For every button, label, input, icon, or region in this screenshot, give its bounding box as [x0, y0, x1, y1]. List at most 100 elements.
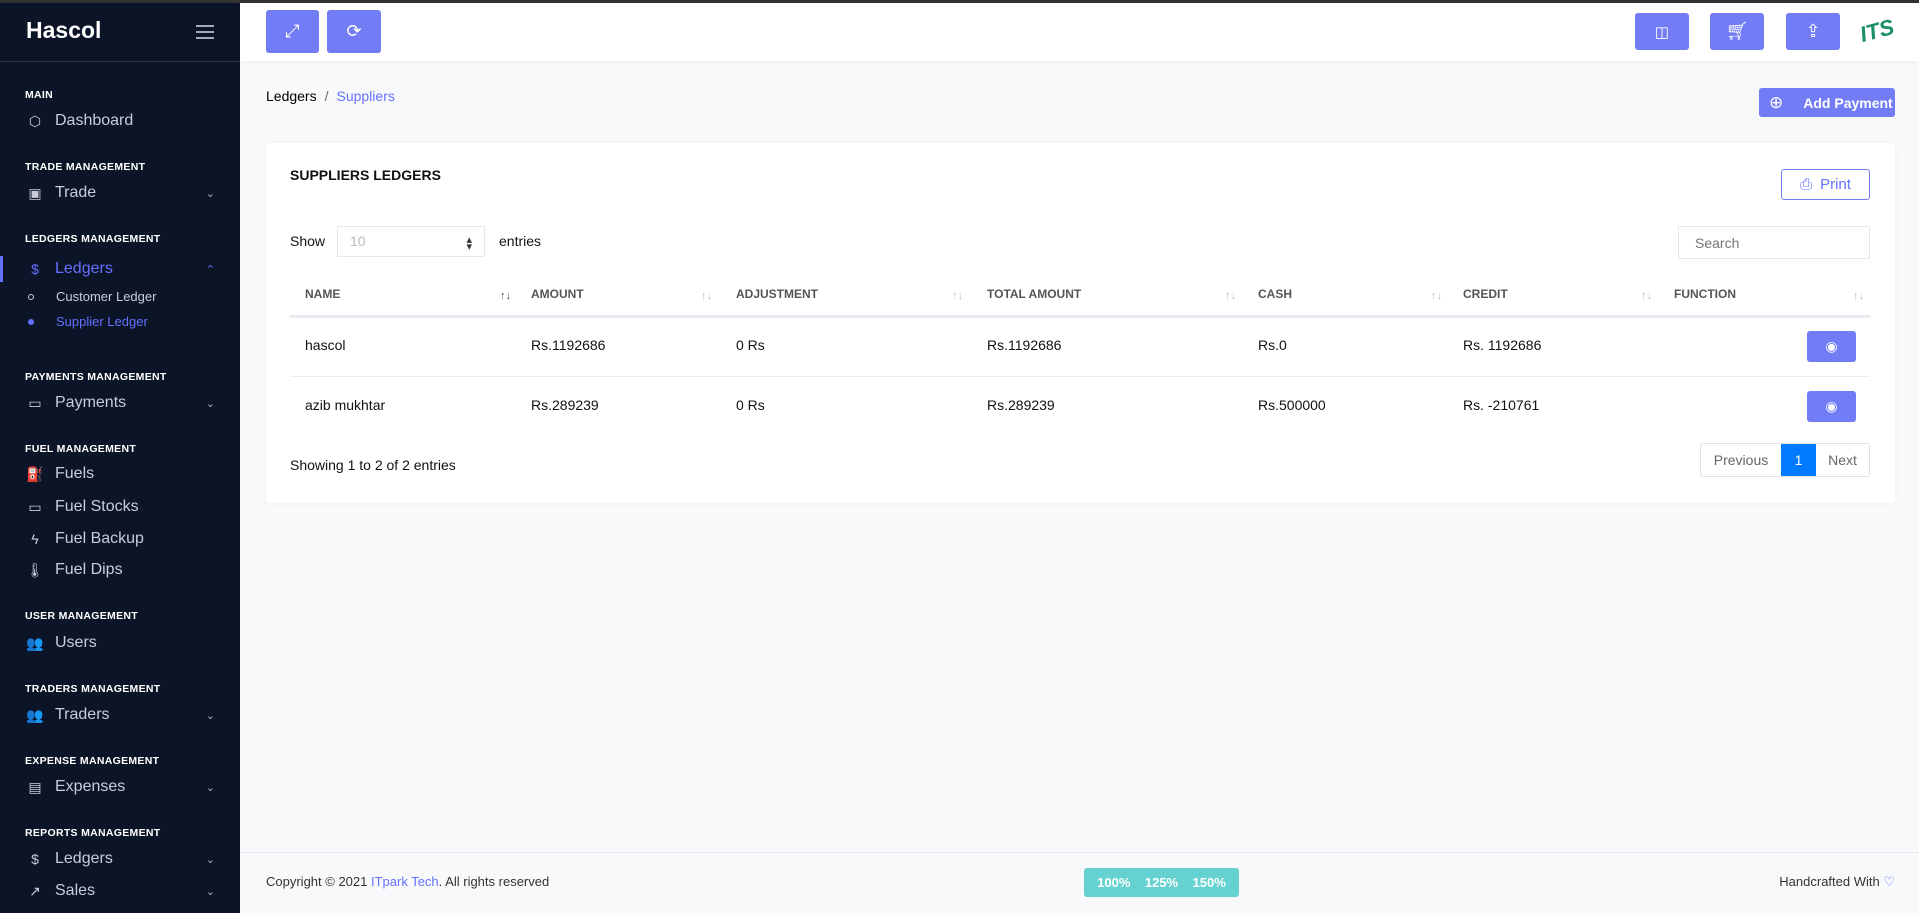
- next-button[interactable]: Next: [1816, 444, 1869, 476]
- previous-button[interactable]: Previous: [1701, 444, 1781, 476]
- divider: [0, 61, 240, 62]
- print-button[interactable]: ⎙ Print: [1781, 169, 1870, 200]
- zoom-125[interactable]: 125%: [1145, 875, 1178, 890]
- sidebar-item-payments[interactable]: ▭ Payments ⌄: [25, 392, 215, 414]
- cell-cash: Rs.500000: [1258, 397, 1326, 413]
- fullscreen-button[interactable]: ⤢: [266, 10, 319, 53]
- handcrafted: Handcrafted With ♡: [1779, 874, 1895, 890]
- cell-credit: Rs. -210761: [1463, 397, 1540, 413]
- section-reports: REPORTS MANAGEMENT: [25, 827, 161, 839]
- caret-down-icon: ▾: [466, 241, 472, 253]
- users-icon: 👥: [26, 634, 44, 651]
- chevron-down-icon: ⌄: [205, 709, 215, 722]
- view-button[interactable]: ◉: [1807, 331, 1856, 362]
- share-button[interactable]: ⇪: [1786, 13, 1840, 50]
- sidebar-item-label: Ledgers: [55, 850, 113, 867]
- section-users: USER MANAGEMENT: [25, 610, 139, 622]
- sort-desc-icon[interactable]: ↑↓: [500, 290, 511, 302]
- row-divider: [290, 376, 1870, 377]
- zoom-150[interactable]: 150%: [1193, 875, 1226, 890]
- plus-circle-icon: ⊕: [1769, 92, 1784, 112]
- copyright-prefix: Copyright © 2021: [266, 874, 371, 889]
- sort-icon[interactable]: ↑↓: [952, 290, 963, 302]
- cell-adjustment: 0 Rs: [736, 337, 765, 353]
- board-button[interactable]: ◫: [1635, 13, 1689, 50]
- sidebar-item-trade[interactable]: ▣ Trade ⌄: [25, 182, 215, 204]
- section-trade: TRADE MANAGEMENT: [25, 161, 146, 173]
- breadcrumb-ledgers[interactable]: Ledgers: [266, 88, 317, 104]
- sidebar-item-expenses[interactable]: ▤ Expenses ⌄: [25, 776, 215, 798]
- header-divider: [290, 315, 1870, 318]
- show-label: Show: [290, 233, 326, 249]
- upload-icon: ⇪: [1805, 21, 1821, 41]
- sidebar-item-label: Fuels: [55, 465, 95, 482]
- sidebar-item-label: Sales: [55, 882, 96, 899]
- chevron-down-icon: ⌄: [205, 397, 215, 410]
- shopping-bag-icon: ▣: [28, 184, 42, 201]
- cart-button[interactable]: 🛒︎: [1710, 13, 1764, 50]
- sidebar: Hascol MAIN ⬡ Dashboard TRADE MANAGEMENT …: [0, 3, 240, 913]
- entries-select[interactable]: 10 ▴ ▾: [337, 226, 485, 257]
- sidebar-item-traders[interactable]: 👥 Traders ⌄: [25, 704, 215, 726]
- receipt-icon: ▤: [28, 778, 42, 795]
- column-header-amount[interactable]: AMOUNT: [531, 287, 584, 301]
- cell-total-amount: Rs.1192686: [987, 337, 1062, 353]
- column-header-adjustment[interactable]: ADJUSTMENT: [736, 287, 818, 301]
- box-icon: ⬡: [28, 112, 42, 129]
- column-header-name[interactable]: NAME: [305, 287, 340, 301]
- copyright-suffix: . All rights reserved: [438, 874, 550, 889]
- column-header-cash[interactable]: CASH: [1258, 287, 1292, 301]
- page-1-button[interactable]: 1: [1781, 444, 1816, 476]
- add-payment-button[interactable]: ⊕ Add Payment: [1759, 88, 1895, 117]
- zoom-100[interactable]: 100%: [1097, 875, 1130, 890]
- chevron-down-icon: ⌄: [205, 187, 215, 200]
- sort-icon[interactable]: ↑↓: [701, 290, 712, 302]
- column-header-function[interactable]: FUNCTION: [1674, 287, 1736, 301]
- sidebar-item-fuel-dips[interactable]: 🌡 Fuel Dips: [25, 559, 215, 581]
- view-button[interactable]: ◉: [1807, 391, 1856, 422]
- sidebar-item-ledgers[interactable]: $ Ledgers ⌃: [25, 258, 215, 280]
- sort-icon[interactable]: ↑↓: [1225, 290, 1236, 302]
- column-header-credit[interactable]: CREDIT: [1463, 287, 1508, 301]
- zoom-selector: 100% 125% 150%: [1084, 868, 1239, 897]
- sidebar-item-label: Fuel Dips: [55, 561, 123, 578]
- sidebar-item-fuels[interactable]: ⛽ Fuels: [25, 463, 215, 485]
- printer-icon: ⎙: [1800, 176, 1813, 193]
- sidebar-item-sales[interactable]: ↗ Sales ⌄: [25, 880, 215, 902]
- sidebar-item-fuel-backup[interactable]: ϟ Fuel Backup: [25, 528, 215, 550]
- add-payment-label: Add Payment: [1803, 94, 1893, 111]
- sidebar-item-label: Trade: [55, 184, 97, 201]
- sidebar-item-label: Fuel Stocks: [55, 498, 139, 515]
- sidebar-subitem-customer-ledger[interactable]: Customer Ledger: [28, 289, 156, 304]
- sort-icon[interactable]: ↑↓: [1853, 290, 1864, 302]
- shopping-cart-icon: 🛒︎: [1725, 21, 1749, 41]
- search-input[interactable]: [1678, 226, 1870, 259]
- section-traders: TRADERS MANAGEMENT: [25, 683, 161, 695]
- trending-up-icon: ↗: [29, 882, 41, 899]
- column-header-total-amount[interactable]: TOTAL AMOUNT: [987, 287, 1081, 301]
- company-link[interactable]: ITpark Tech: [371, 874, 439, 889]
- sort-icon[interactable]: ↑↓: [1431, 290, 1442, 302]
- sidebar-subitem-supplier-ledger[interactable]: Supplier Ledger: [28, 314, 148, 329]
- section-ledgers: LEDGERS MANAGEMENT: [25, 233, 161, 245]
- cell-amount: Rs.289239: [531, 397, 599, 413]
- sidebar-item-label: Dashboard: [55, 112, 134, 129]
- app-logo[interactable]: Hascol: [26, 17, 101, 44]
- sidebar-item-users[interactable]: 👥 Users: [25, 632, 215, 654]
- sidebar-item-label: Ledgers: [55, 260, 113, 277]
- breadcrumb-suppliers: Suppliers: [336, 88, 395, 104]
- sort-icon[interactable]: ↑↓: [1641, 290, 1652, 302]
- subitem-label: Supplier Ledger: [56, 314, 148, 329]
- sidebar-item-report-ledgers[interactable]: $ Ledgers ⌄: [25, 848, 215, 870]
- subitem-label: Customer Ledger: [56, 289, 157, 304]
- battery-icon: ▭: [28, 498, 42, 515]
- refresh-button[interactable]: ⟳: [327, 10, 381, 53]
- menu-toggle-icon[interactable]: [196, 25, 214, 39]
- chevron-down-icon: ⌄: [205, 885, 215, 898]
- circle-icon: [28, 318, 34, 325]
- cell-total-amount: Rs.289239: [987, 397, 1055, 413]
- sidebar-item-fuel-stocks[interactable]: ▭ Fuel Stocks: [25, 496, 215, 518]
- sidebar-item-dashboard[interactable]: ⬡ Dashboard: [25, 110, 215, 132]
- chevron-down-icon: ⌄: [205, 853, 215, 866]
- cell-name: azib mukhtar: [305, 397, 386, 413]
